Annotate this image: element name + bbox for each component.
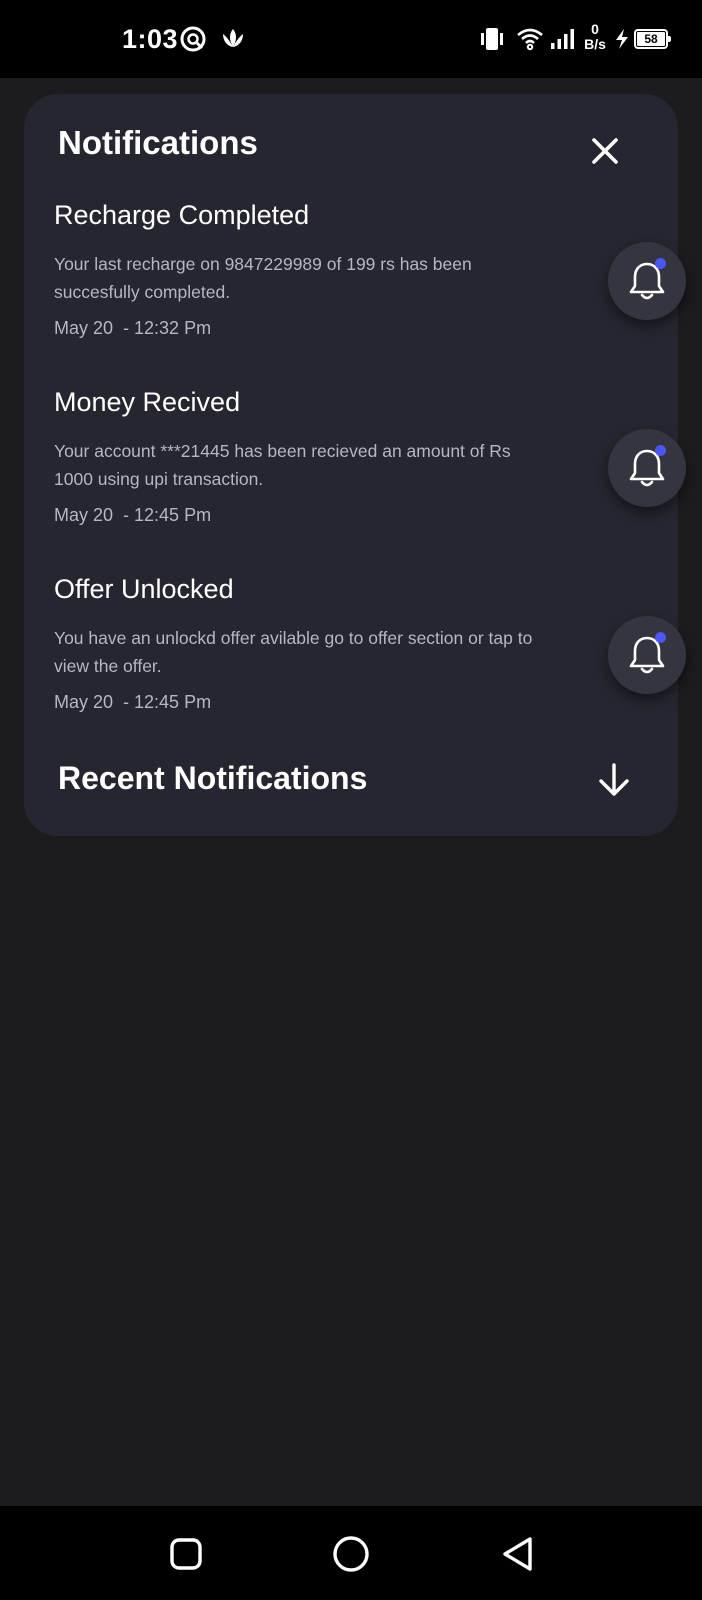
notification-title: Money Recived [54, 387, 241, 417]
square-icon [170, 1538, 202, 1570]
unread-dot [655, 632, 666, 643]
recent-notifications-title[interactable]: Recent Notifications [58, 760, 367, 797]
arrow-down-icon [599, 763, 629, 796]
circle-icon [333, 1536, 369, 1572]
notification-item-recharge[interactable]: Recharge Completed Your last recharge on… [54, 200, 686, 370]
battery-level: 58 [637, 32, 665, 46]
unread-dot [655, 445, 666, 456]
vibrate-icon [481, 28, 503, 50]
notification-title: Offer Unlocked [54, 574, 234, 604]
triangle-back-icon [503, 1537, 532, 1571]
network-speed-unit: B/s [584, 36, 606, 52]
close-icon [592, 138, 618, 164]
app-notification-icon [180, 26, 206, 52]
status-bar: 1:03 0 B/s 58 [0, 0, 702, 78]
status-time: 1:03 [122, 24, 179, 54]
notification-item-money[interactable]: Money Recived Your account ***21445 has … [54, 387, 686, 557]
notification-time: May 20 - 12:45 Pm [54, 505, 212, 525]
notification-title: Recharge Completed [54, 200, 310, 230]
notification-item-offer[interactable]: Offer Unlocked You have an unlockd offer… [54, 574, 686, 744]
signal-icon [551, 29, 574, 49]
wifi-icon [517, 28, 543, 51]
lotus-icon [223, 29, 243, 47]
back-button[interactable] [494, 1530, 542, 1578]
close-button[interactable] [584, 130, 626, 172]
battery-icon: 58 [634, 29, 671, 49]
notification-time: May 20 - 12:32 Pm [54, 318, 212, 338]
network-speed-value: 0 [591, 21, 599, 37]
expand-recent-button[interactable] [594, 758, 634, 802]
notifications-panel: Notifications Recharge Completed Your la… [24, 94, 686, 836]
notification-body: Your last recharge on 9847229989 of 199 … [54, 254, 472, 302]
recent-apps-button[interactable] [162, 1530, 210, 1578]
notification-bell-button[interactable] [608, 429, 686, 507]
notification-bell-button[interactable] [608, 242, 686, 320]
panel-title: Notifications [58, 124, 258, 161]
notification-body: You have an unlockd offer avilable go to… [54, 628, 533, 676]
home-button[interactable] [327, 1530, 375, 1578]
charging-icon [616, 29, 628, 49]
unread-dot [655, 258, 666, 269]
notification-bell-button[interactable] [608, 616, 686, 694]
network-speed: 0 B/s [580, 22, 610, 52]
notification-body: Your account ***21445 has been recieved … [54, 441, 511, 489]
navigation-bar [0, 1506, 702, 1600]
notification-time: May 20 - 12:45 Pm [54, 692, 212, 712]
